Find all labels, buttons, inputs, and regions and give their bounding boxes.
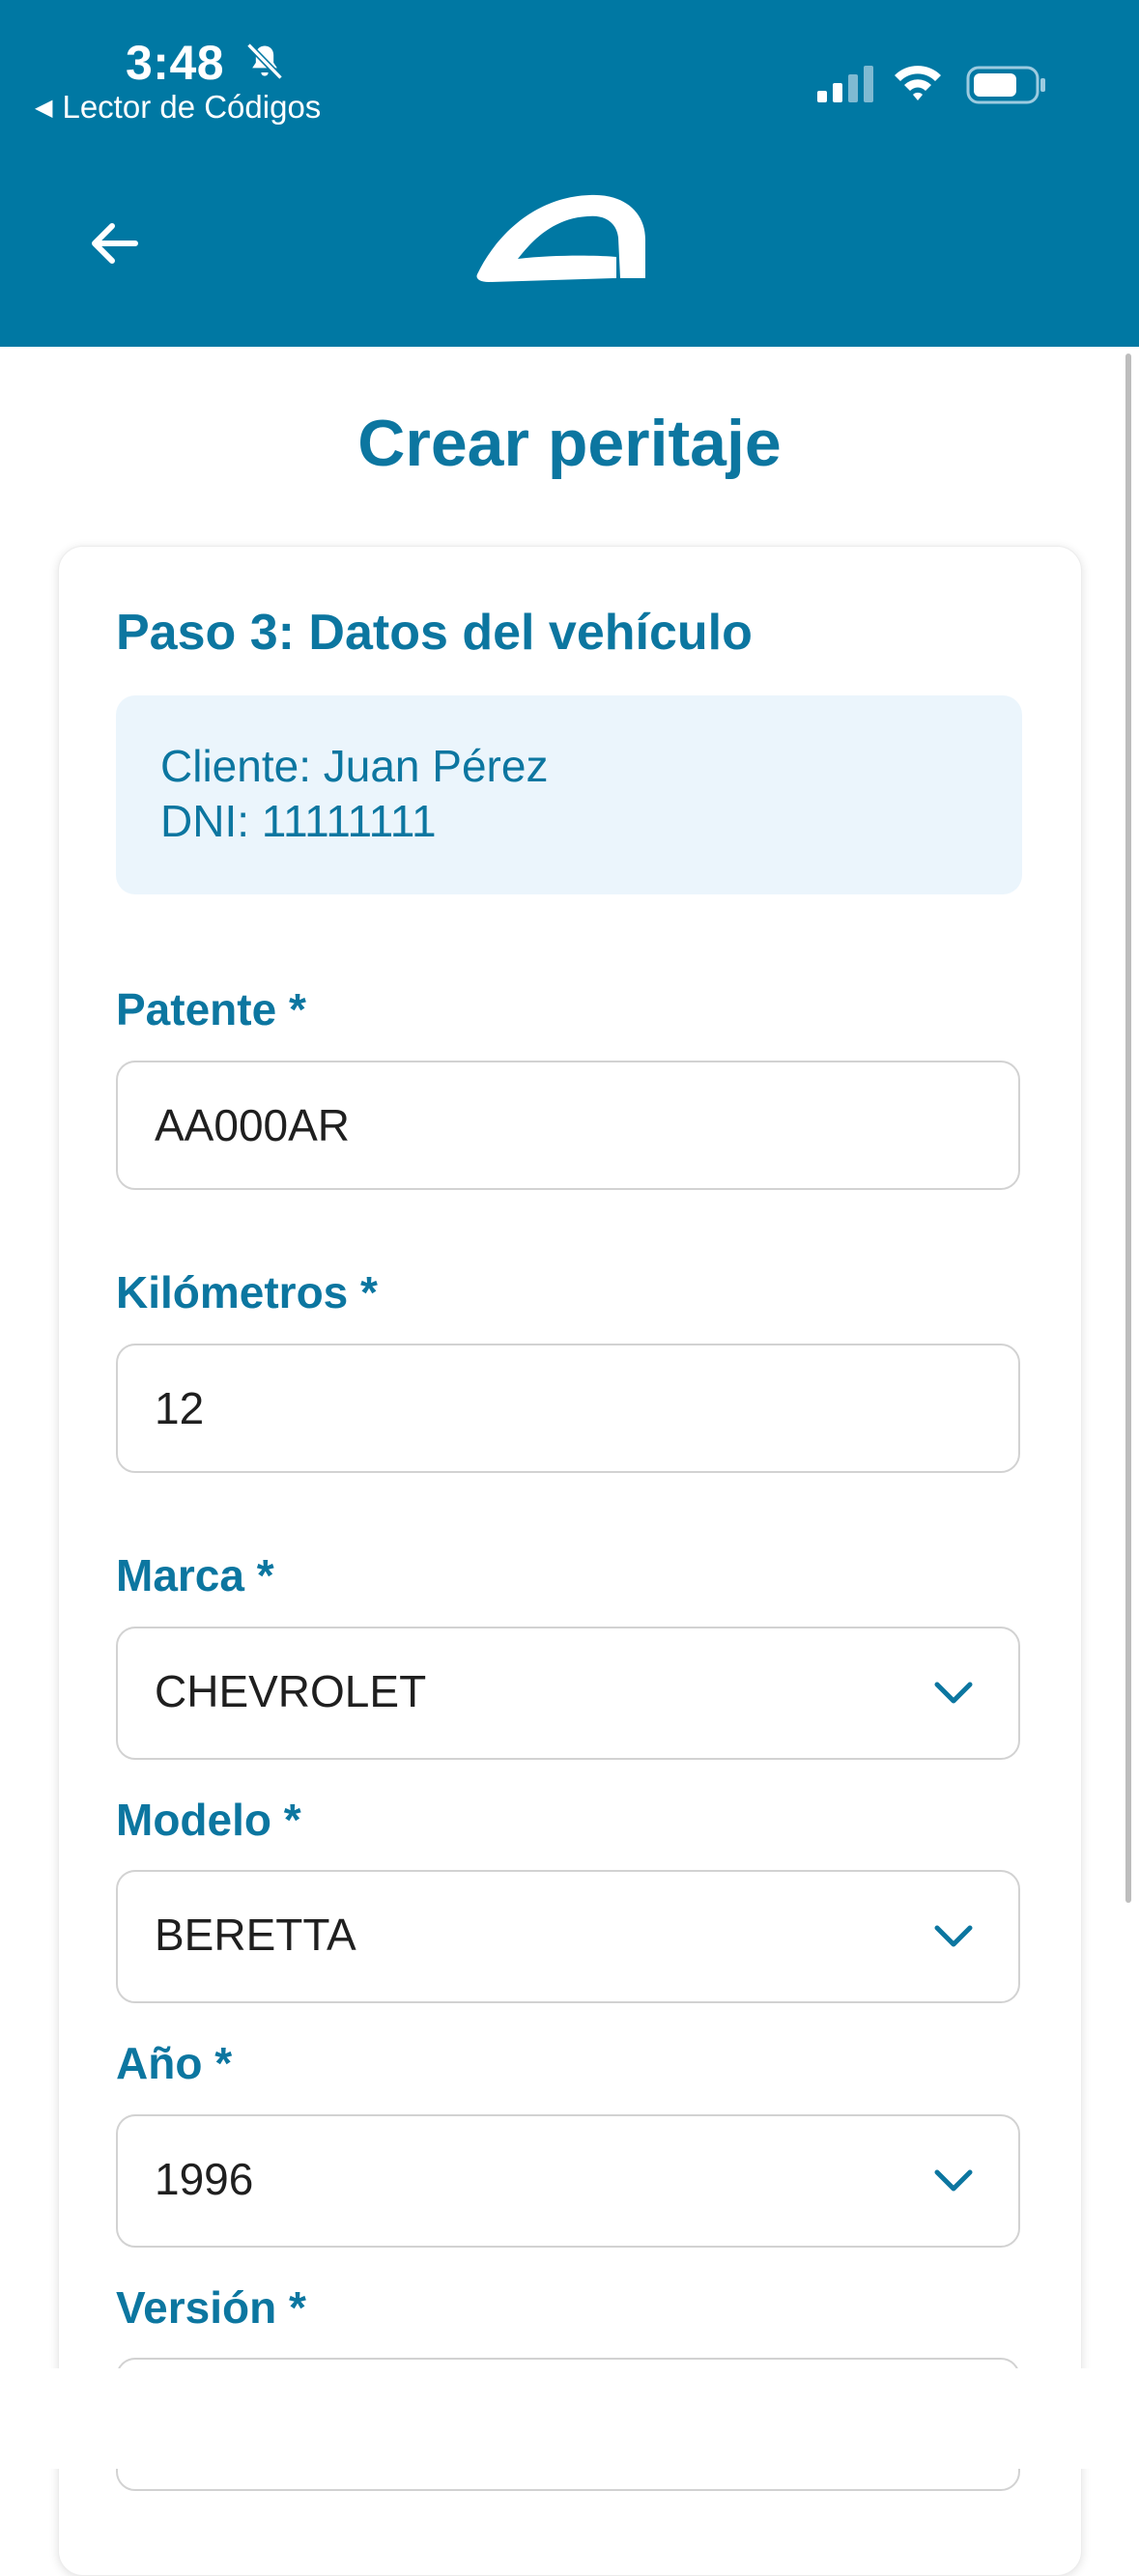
back-triangle-icon: ◀: [35, 94, 53, 121]
chevron-down-icon: [934, 2169, 973, 2192]
scrollbar[interactable]: [1125, 354, 1131, 1903]
marca-label: Marca *: [116, 1550, 274, 1600]
patente-label: Patente *: [116, 984, 306, 1034]
cellular-signal-icon: [817, 66, 873, 102]
back-to-app-link[interactable]: ◀ Lector de Códigos: [35, 89, 321, 126]
modelo-select[interactable]: BERETTA: [116, 1870, 1020, 2003]
marca-select[interactable]: CHEVROLET: [116, 1627, 1020, 1760]
back-app-label: Lector de Códigos: [62, 89, 322, 125]
modelo-label: Modelo *: [116, 1795, 301, 1845]
kilometros-value: 12: [155, 1383, 205, 1433]
kilometros-input[interactable]: 12: [116, 1344, 1020, 1473]
client-dni: DNI: 11111111: [160, 796, 437, 846]
modelo-value: BERETTA: [155, 1910, 356, 1960]
arrow-left-icon[interactable]: [85, 214, 143, 272]
anio-label: Año *: [116, 2038, 233, 2088]
app-header: 3:48 ◀ Lector de Códigos: [0, 0, 1139, 347]
page-title: Crear peritaje: [357, 407, 782, 480]
app-logo: [476, 194, 645, 282]
status-time: 3:48: [126, 36, 225, 90]
patente-value: AA000AR: [155, 1100, 351, 1150]
anio-select[interactable]: 1996: [116, 2114, 1020, 2248]
step-title: Paso 3: Datos del vehículo: [116, 605, 753, 661]
anio-value: 1996: [155, 2154, 254, 2204]
client-name: Cliente: Juan Pérez: [160, 741, 549, 791]
chevron-down-icon: [934, 1682, 973, 1704]
bottom-safe-area: [0, 2368, 1139, 2469]
chevron-down-icon: [934, 1925, 973, 1947]
version-label: Versión *: [116, 2282, 306, 2333]
bell-slash-icon: [246, 42, 283, 80]
patente-input[interactable]: AA000AR: [116, 1061, 1020, 1190]
kilometros-label: Kilómetros *: [116, 1267, 378, 1317]
wifi-icon: [895, 66, 941, 100]
marca-value: CHEVROLET: [155, 1666, 427, 1716]
battery-icon: [966, 66, 1045, 104]
